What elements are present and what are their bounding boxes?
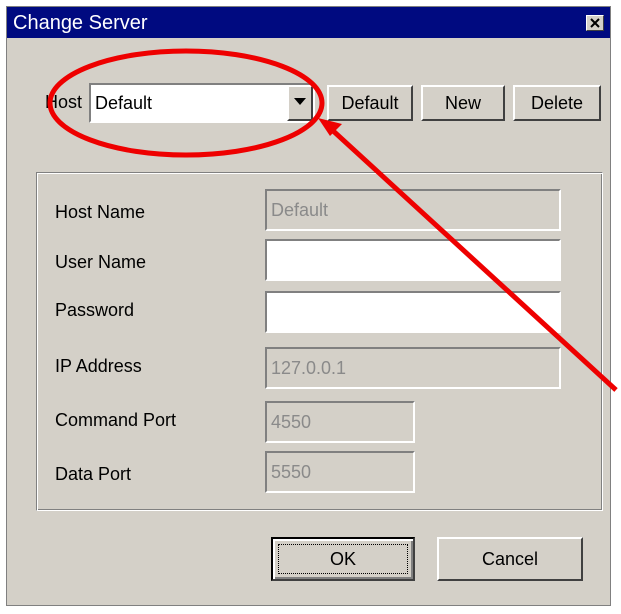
host-select[interactable]: Default <box>89 83 315 123</box>
close-icon <box>590 18 600 28</box>
chevron-down-icon <box>294 98 306 105</box>
password-label: Password <box>55 300 135 320</box>
host-name-value: Default <box>271 200 329 220</box>
delete-button[interactable]: Delete <box>513 85 601 121</box>
user-name-field[interactable] <box>265 239 561 281</box>
host-name-field: Default <box>265 189 561 231</box>
host-label: Host <box>45 92 83 112</box>
command-port-label: Command Port <box>55 410 177 430</box>
command-port-value: 4550 <box>271 412 312 432</box>
change-server-dialog: Change Server Host Default Default New D… <box>6 6 611 606</box>
command-port-field: 4550 <box>265 401 415 443</box>
user-name-label: User Name <box>55 252 147 272</box>
ok-button[interactable]: OK <box>271 537 415 581</box>
data-port-label: Data Port <box>55 464 132 484</box>
data-port-field: 5550 <box>265 451 415 493</box>
title-bar[interactable]: Change Server <box>7 7 610 38</box>
host-dropdown-button[interactable] <box>287 85 313 121</box>
password-field[interactable] <box>265 291 561 333</box>
ip-address-field: 127.0.0.1 <box>265 347 561 389</box>
data-port-value: 5550 <box>271 462 312 482</box>
host-select-value: Default <box>95 93 153 113</box>
close-button[interactable] <box>586 15 604 31</box>
host-name-label: Host Name <box>55 202 146 222</box>
ok-button-label: OK <box>329 549 356 569</box>
default-button[interactable]: Default <box>327 85 413 121</box>
ip-address-label: IP Address <box>55 356 142 376</box>
window-title: Change Server <box>13 12 148 34</box>
ip-address-value: 127.0.0.1 <box>271 358 347 378</box>
cancel-button[interactable]: Cancel <box>437 537 583 581</box>
new-button[interactable]: New <box>421 85 505 121</box>
